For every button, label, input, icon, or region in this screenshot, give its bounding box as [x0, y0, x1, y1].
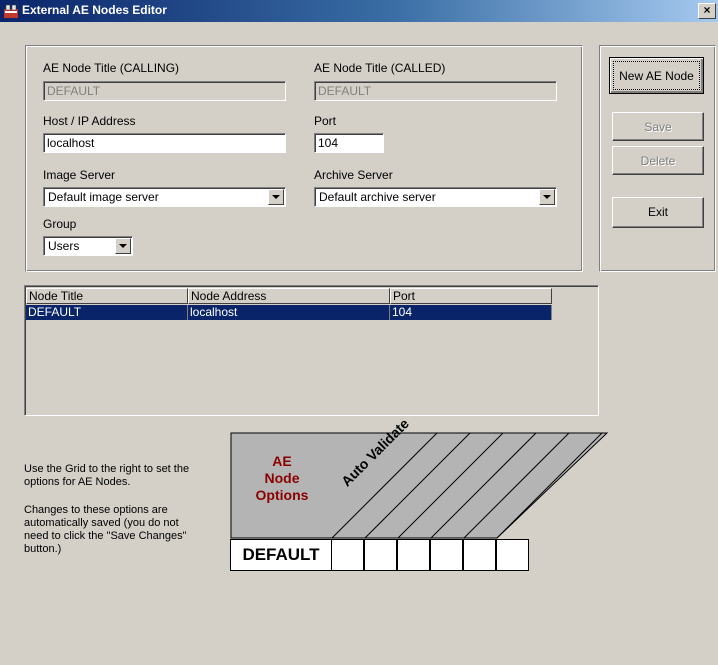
port-label: Port — [314, 114, 337, 128]
option-cell[interactable] — [463, 539, 496, 571]
column-header-port[interactable]: Port — [390, 288, 552, 304]
options-title-line3: Options — [255, 487, 309, 503]
table-row-cell-title[interactable]: DEFAULT — [26, 305, 188, 320]
option-cell[interactable] — [364, 539, 397, 571]
image-server-value: Default image server — [48, 190, 159, 204]
exit-label: Exit — [647, 205, 668, 219]
chevron-down-icon[interactable] — [268, 189, 284, 205]
calling-title-field[interactable]: DEFAULT — [43, 81, 286, 101]
archive-server-label: Archive Server — [314, 168, 393, 182]
app-icon — [3, 3, 19, 19]
table-row-cell-port[interactable]: 104 — [390, 305, 552, 320]
host-label: Host / IP Address — [43, 114, 136, 128]
delete-button[interactable]: Delete — [612, 146, 704, 175]
help-text-autosave: Changes to these options are automatical… — [24, 504, 187, 555]
nodes-grid[interactable]: Node Title Node Address Port DEFAULT loc… — [24, 285, 599, 416]
column-header-node-title[interactable]: Node Title — [26, 288, 188, 304]
delete-label: Delete — [640, 154, 676, 168]
help-text-grid: Use the Grid to the right to set the opt… — [24, 463, 190, 488]
option-cell[interactable] — [430, 539, 463, 571]
new-ae-node-button[interactable]: New AE Node — [609, 57, 704, 94]
new-ae-node-label: New AE Node — [619, 69, 694, 83]
chevron-down-icon[interactable] — [115, 238, 131, 254]
group-value: Users — [48, 239, 80, 253]
archive-server-value: Default archive server — [319, 190, 436, 204]
option-cell[interactable] — [496, 539, 529, 571]
option-cell[interactable] — [397, 539, 430, 571]
close-button[interactable]: × — [698, 3, 716, 19]
table-row-cell-address[interactable]: localhost — [188, 305, 390, 320]
called-title-field[interactable]: DEFAULT — [314, 81, 557, 101]
options-row-label: DEFAULT — [230, 539, 332, 571]
group-label: Group — [43, 217, 77, 231]
calling-title-label: AE Node Title (CALLING) — [43, 61, 180, 75]
column-header-node-address[interactable]: Node Address — [188, 288, 390, 304]
options-title-line2: Node — [264, 470, 300, 486]
archive-server-select[interactable]: Default archive server — [314, 187, 557, 207]
called-title-label: AE Node Title (CALLED) — [314, 61, 446, 75]
save-button[interactable]: Save — [612, 112, 704, 141]
save-label: Save — [644, 120, 672, 134]
port-input[interactable]: 104 — [314, 133, 384, 153]
option-checkbox-auto-validate[interactable] — [331, 539, 364, 571]
group-select[interactable]: Users — [43, 236, 133, 256]
options-title-line1: AE — [272, 453, 292, 469]
chevron-down-icon[interactable] — [539, 189, 555, 205]
options-title: AE Node Options — [232, 453, 332, 504]
window-title: External AE Nodes Editor — [22, 3, 167, 17]
host-input[interactable]: localhost — [43, 133, 286, 153]
image-server-label: Image Server — [43, 168, 116, 182]
exit-button[interactable]: Exit — [612, 197, 704, 228]
image-server-select[interactable]: Default image server — [43, 187, 286, 207]
